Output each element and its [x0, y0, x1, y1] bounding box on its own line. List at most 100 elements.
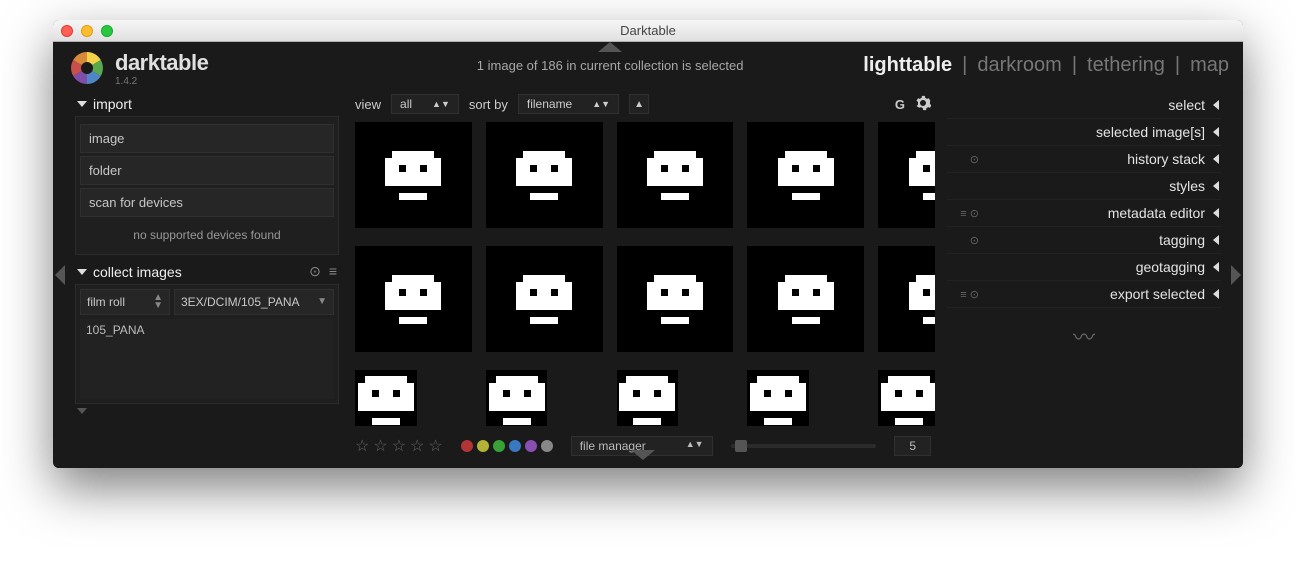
app-window: Darktable darktable	[53, 20, 1243, 468]
right-module-metadata-editor[interactable]: ≡ ⊙metadata editor	[947, 200, 1221, 227]
view-filter-value: all	[400, 97, 412, 111]
tab-map[interactable]: map	[1190, 54, 1229, 77]
decorative-squiggle-icon: 〰	[947, 308, 1221, 352]
import-info-text: no supported devices found	[80, 220, 334, 250]
chevron-left-icon	[1213, 208, 1219, 218]
gear-icon[interactable]	[915, 95, 931, 114]
right-module-geotagging[interactable]: geotagging	[947, 254, 1221, 281]
right-module-select[interactable]: select	[947, 92, 1221, 119]
color-label-0[interactable]	[461, 440, 473, 452]
color-label-1[interactable]	[477, 440, 489, 452]
collapse-bottom-arrow-icon[interactable]	[631, 450, 655, 460]
updown-icon: ▲▼	[686, 439, 704, 453]
collect-result-item[interactable]: 105_PANA	[86, 323, 328, 337]
collapse-left-panel-button[interactable]	[53, 92, 67, 458]
thumbnail[interactable]	[617, 122, 734, 228]
thumbnail[interactable]	[355, 246, 472, 352]
module-label: select	[987, 97, 1205, 113]
tab-tethering[interactable]: tethering	[1087, 54, 1165, 77]
module-label: export selected	[987, 286, 1205, 302]
chevron-down-icon: ▼	[317, 298, 327, 306]
view-filter-select[interactable]: all ▲▼	[391, 94, 459, 114]
thumbnail[interactable]	[878, 122, 935, 228]
view-filter-label: view	[355, 97, 381, 112]
module-label: selected image[s]	[987, 124, 1205, 140]
module-label: styles	[987, 178, 1205, 194]
updown-icon: ▲▼	[153, 294, 163, 310]
color-label-5[interactable]	[541, 440, 553, 452]
main-body: import image folder scan for devices no …	[53, 88, 1243, 468]
thumbnail[interactable]	[355, 122, 472, 228]
module-presets-icon[interactable]: ⊙	[949, 234, 979, 247]
more-modules-icon[interactable]	[77, 408, 87, 414]
module-presets-icon[interactable]: ⊙	[949, 153, 979, 166]
color-label-2[interactable]	[493, 440, 505, 452]
collapse-right-panel-button[interactable]	[1229, 92, 1243, 458]
module-label: geotagging	[987, 259, 1205, 275]
thumbnail[interactable]	[355, 370, 417, 426]
star-2-button[interactable]: ☆	[373, 436, 387, 456]
thumbnail[interactable]	[486, 246, 603, 352]
slider-thumb[interactable]	[735, 440, 747, 452]
view-tabs: lighttable | darkroom | tethering | map	[863, 48, 1229, 77]
tab-separator: |	[1165, 54, 1190, 77]
chevron-left-icon	[1213, 235, 1219, 245]
collapse-top-arrow-icon[interactable]	[598, 42, 622, 52]
thumbnail-grid	[351, 122, 935, 430]
right-module-styles[interactable]: styles	[947, 173, 1221, 200]
sort-value: filename	[527, 97, 572, 111]
module-collect-header[interactable]: collect images ⊙ ≡	[75, 259, 339, 284]
collect-result-list[interactable]: 105_PANA	[80, 319, 334, 399]
right-panel: select selected image[s] ⊙history stack sty…	[939, 92, 1229, 458]
rating-stars: ☆ ☆ ☆ ☆ ☆	[355, 436, 443, 456]
bottom-toolbar: ☆ ☆ ☆ ☆ ☆ file manager ▲▼ 5	[351, 430, 935, 458]
collect-reset-icon[interactable]: ⊙	[309, 263, 321, 280]
status-text: 1 image of 186 in current collection is …	[477, 58, 744, 73]
import-folder-button[interactable]: folder	[80, 156, 334, 185]
thumbnail[interactable]	[486, 370, 548, 426]
thumbnail[interactable]	[486, 122, 603, 228]
right-module-tagging[interactable]: ⊙tagging	[947, 227, 1221, 254]
star-4-button[interactable]: ☆	[410, 436, 424, 456]
sort-direction-button[interactable]: ▲	[629, 94, 649, 114]
module-collect-title: collect images	[93, 264, 182, 280]
logo-block: darktable 1.4.2	[67, 48, 357, 88]
module-import-header[interactable]: import	[75, 92, 339, 116]
star-1-button[interactable]: ☆	[355, 436, 369, 456]
thumbnail[interactable]	[747, 246, 864, 352]
zoom-value: 5	[894, 436, 931, 456]
grouping-button[interactable]: G	[895, 97, 905, 112]
chevron-left-icon	[55, 265, 65, 285]
thumbnail[interactable]	[878, 246, 935, 352]
tab-darkroom[interactable]: darkroom	[977, 54, 1061, 77]
color-label-3[interactable]	[509, 440, 521, 452]
module-presets-icon[interactable]: ≡ ⊙	[949, 207, 979, 220]
tab-lighttable[interactable]: lighttable	[863, 54, 952, 77]
collect-rule-path-select[interactable]: 3EX/DCIM/105_PANA ▼	[174, 289, 334, 315]
zoom-slider[interactable]	[731, 444, 877, 448]
color-label-4[interactable]	[525, 440, 537, 452]
right-module-selected-image-s-[interactable]: selected image[s]	[947, 119, 1221, 146]
module-collect: collect images ⊙ ≡ film roll ▲▼	[75, 259, 339, 404]
collect-rule-type-label: film roll	[87, 295, 125, 309]
collect-presets-icon[interactable]: ≡	[329, 263, 337, 280]
collect-rule-type-select[interactable]: film roll ▲▼	[80, 289, 170, 315]
sort-select[interactable]: filename ▲▼	[518, 94, 619, 114]
star-3-button[interactable]: ☆	[392, 436, 406, 456]
import-image-button[interactable]: image	[80, 124, 334, 153]
module-import: import image folder scan for devices no …	[75, 92, 339, 255]
thumbnail[interactable]	[617, 370, 679, 426]
right-module-export-selected[interactable]: ≡ ⊙ export selected	[947, 281, 1221, 308]
thumbnail[interactable]	[617, 246, 734, 352]
scan-devices-button[interactable]: scan for devices	[80, 188, 334, 217]
thumbnail[interactable]	[747, 370, 809, 426]
thumbnail[interactable]	[747, 122, 864, 228]
center-view: view all ▲▼ sort by filename ▲▼ ▲ G	[347, 92, 939, 458]
thumbnail[interactable]	[878, 370, 935, 426]
right-module-history-stack[interactable]: ⊙history stack	[947, 146, 1221, 173]
star-5-button[interactable]: ☆	[428, 436, 442, 456]
tab-separator: |	[952, 54, 977, 77]
titlebar: Darktable	[53, 20, 1243, 42]
chevron-down-icon	[77, 101, 87, 107]
module-presets-icon[interactable]: ≡ ⊙	[949, 288, 979, 301]
